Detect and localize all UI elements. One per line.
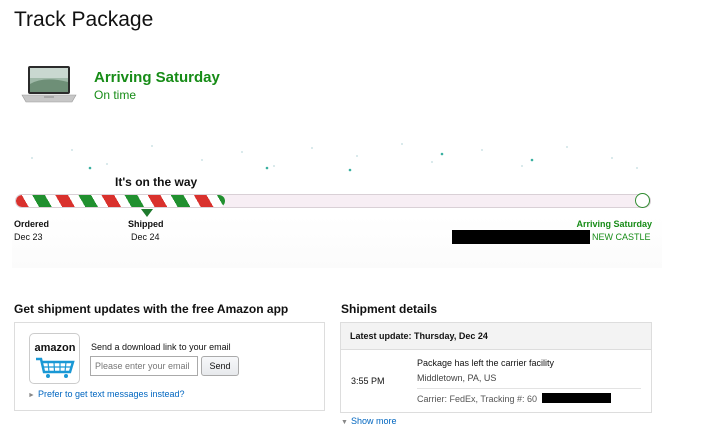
event-description: Package has left the carrier facility bbox=[417, 358, 555, 368]
carrier-tracking: Carrier: FedEx, Tracking #: 60 bbox=[417, 394, 538, 404]
text-messages-link[interactable]: ► Prefer to get text messages instead? bbox=[28, 389, 185, 399]
send-link-label: Send a download link to your email bbox=[91, 342, 231, 352]
shipment-details-heading: Shipment details bbox=[341, 302, 438, 316]
redacted-address bbox=[452, 230, 590, 244]
arrival-heading: Arriving Saturday bbox=[94, 69, 220, 86]
redacted-tracking-number bbox=[542, 393, 611, 403]
arrival-status: On time bbox=[94, 88, 137, 102]
step-shipped-label: Shipped bbox=[128, 219, 164, 229]
latest-update-label: Latest update: Thursday, Dec 24 bbox=[350, 331, 488, 341]
step-ordered-label: Ordered bbox=[14, 219, 50, 229]
page-title: Track Package bbox=[14, 8, 154, 31]
event-time: 3:55 PM bbox=[351, 376, 385, 386]
current-step-marker-icon bbox=[141, 209, 153, 217]
snow-decoration bbox=[31, 143, 638, 172]
send-button[interactable]: Send bbox=[201, 356, 239, 376]
amazon-app-icon-text: amazon bbox=[34, 342, 76, 354]
chevron-right-icon: ► bbox=[28, 392, 35, 399]
email-field[interactable] bbox=[90, 356, 198, 376]
chevron-down-icon: ▼ bbox=[341, 419, 348, 426]
step-shipped-date: Dec 24 bbox=[131, 232, 160, 242]
text-messages-link-label: Prefer to get text messages instead? bbox=[37, 389, 185, 399]
destination-circle-icon bbox=[635, 193, 650, 208]
show-more-label: Show more bbox=[350, 416, 397, 426]
show-more-link[interactable]: ▼ Show more bbox=[341, 416, 396, 426]
laptop-thumbnail[interactable] bbox=[20, 64, 78, 108]
step-ordered-date: Dec 23 bbox=[14, 232, 43, 242]
app-promo-heading: Get shipment updates with the free Amazo… bbox=[14, 302, 289, 316]
event-location: Middletown, PA, US bbox=[417, 373, 497, 383]
progress-caption: It's on the way bbox=[115, 175, 198, 189]
progress-fill bbox=[16, 195, 226, 207]
shopping-cart-icon bbox=[36, 357, 75, 378]
destination-city: NEW CASTLE bbox=[592, 232, 651, 242]
progress-track bbox=[15, 194, 651, 208]
destination-label: Arriving Saturday bbox=[576, 219, 652, 229]
divider bbox=[417, 388, 641, 389]
